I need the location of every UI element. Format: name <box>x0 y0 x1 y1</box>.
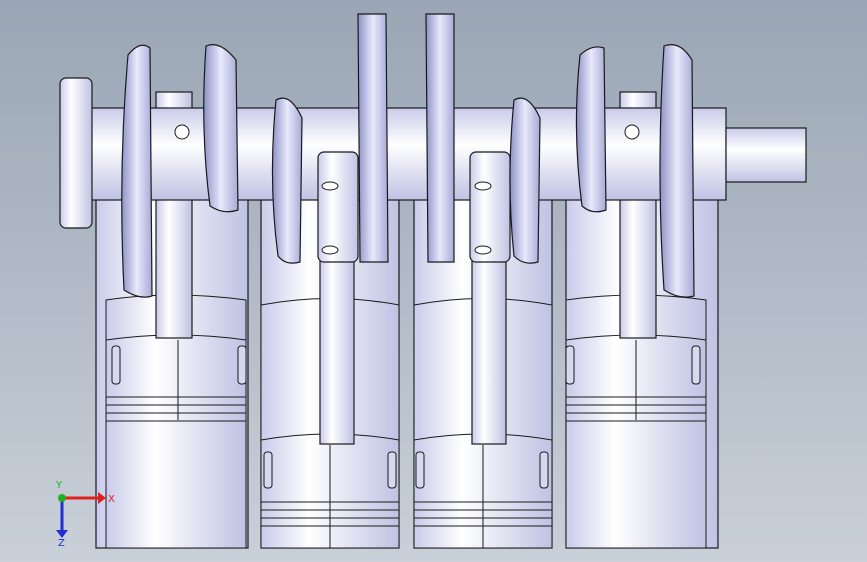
z-axis-label: Z <box>58 538 65 548</box>
graphics-viewport[interactable]: X Y Z <box>0 0 867 562</box>
x-axis-label: X <box>108 494 115 505</box>
coordinate-triad: X Y Z <box>55 480 115 548</box>
x-axis-arrowhead <box>98 492 106 504</box>
y-axis-label: Y <box>55 480 63 491</box>
crankshaft-assembly-model[interactable] <box>0 0 867 562</box>
z-axis-arrowhead <box>56 530 68 538</box>
y-axis-dot <box>58 494 66 502</box>
